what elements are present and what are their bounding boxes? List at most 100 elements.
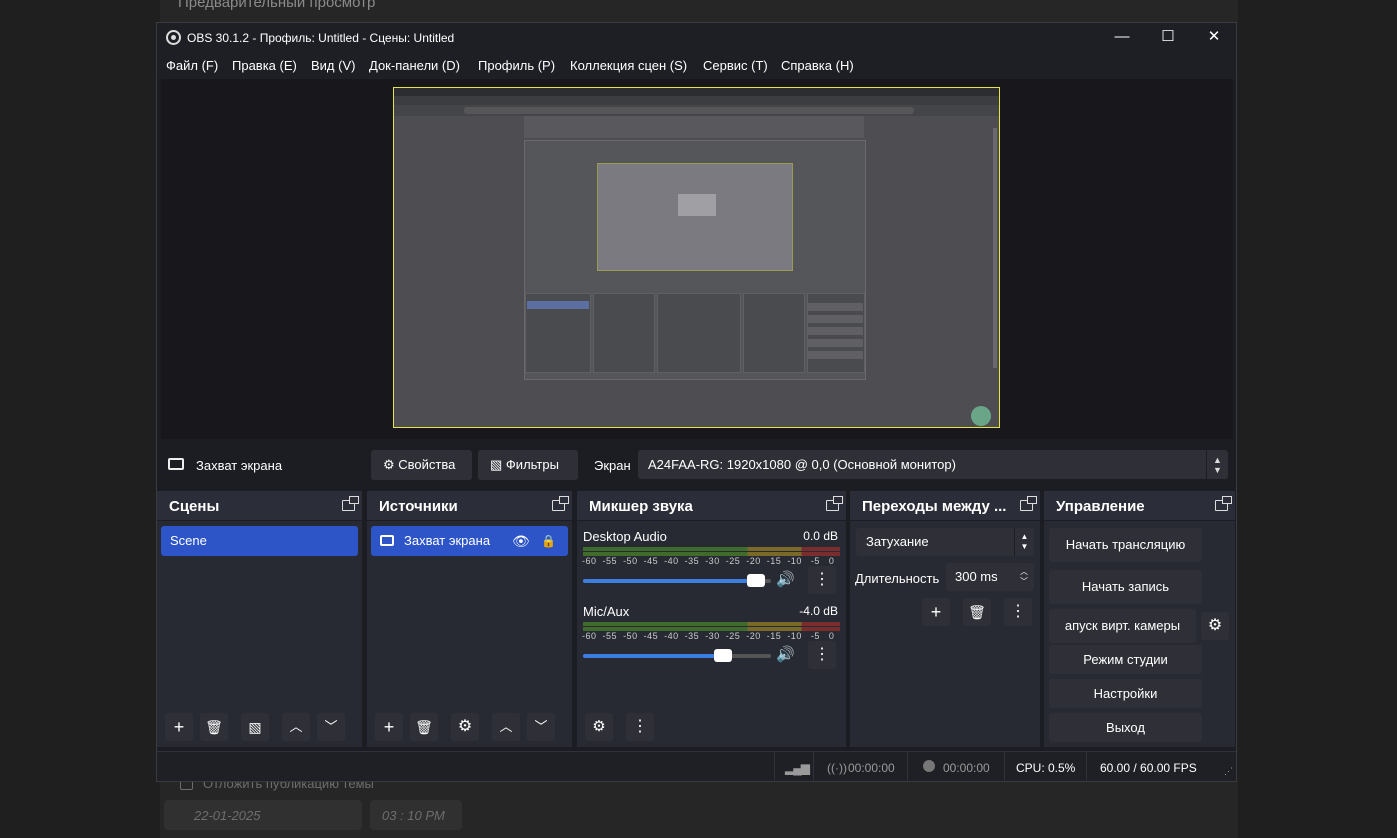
start-virtual-camera-button[interactable]: апуск вирт. камеры	[1049, 609, 1196, 643]
volume-slider-handle[interactable]	[747, 574, 765, 587]
filter-icon: ▧	[248, 719, 262, 735]
eye-icon[interactable]: 👁	[512, 526, 530, 556]
transition-menu-button[interactable]: ⋮	[1004, 598, 1032, 626]
source-toolbar: Захват экрана ⚙ Свойства ▧ Фильтры Экран…	[161, 443, 1233, 487]
channel-menu-button[interactable]: ⋮	[808, 566, 836, 594]
mixer-title: Микшер звука	[589, 498, 693, 515]
window-title: OBS 30.1.2 - Профиль: Untitled - Сцены: …	[187, 31, 455, 45]
studio-mode-button[interactable]: Режим студии	[1049, 645, 1202, 674]
virtual-camera-settings-button[interactable]: ⚙	[1201, 612, 1229, 640]
volume-slider[interactable]	[583, 649, 771, 662]
gears-icon: ⚙	[592, 718, 606, 735]
start-record-button[interactable]: Начать запись	[1049, 570, 1202, 604]
channel-name: Desktop Audio	[583, 529, 667, 544]
volume-slider[interactable]	[583, 574, 771, 587]
sources-dock: Источники Захват экрана 👁 🔒 + 🗑 ⚙ ︿ ﹀	[367, 491, 572, 747]
transition-select[interactable]: Затухание ▲ ▼	[856, 528, 1034, 556]
audio-meter	[583, 547, 840, 551]
trash-icon: 🗑	[968, 604, 986, 620]
scenes-dock: Сцены Scene + 🗑 ▧ ︿ ﹀	[157, 491, 362, 747]
filters-button[interactable]: ▧ Фильтры	[478, 450, 578, 480]
menu-edit[interactable]: Правка (E)	[232, 58, 297, 73]
remove-source-button[interactable]: 🗑	[410, 713, 438, 741]
source-item[interactable]: Захват экрана 👁 🔒	[371, 526, 568, 556]
transitions-title: Переходы между ...	[862, 498, 1007, 515]
settings-button[interactable]: Настройки	[1049, 679, 1202, 708]
menu-bar: Файл (F) Правка (E) Вид (V) Док-панели (…	[157, 53, 1236, 79]
monitor-icon	[380, 535, 394, 546]
filter-icon: ▧	[490, 457, 503, 472]
undock-icon[interactable]	[826, 496, 843, 511]
selected-source-name: Захват экрана	[196, 458, 283, 473]
undock-icon[interactable]	[1215, 496, 1232, 511]
cpu-usage: CPU: 0.5%	[1016, 761, 1076, 775]
scene-item[interactable]: Scene	[161, 526, 358, 556]
transitions-dock: Переходы между ... Затухание ▲ ▼ Длительно…	[850, 491, 1040, 747]
remove-transition-button[interactable]: 🗑	[963, 598, 991, 626]
monitor-icon	[168, 458, 184, 470]
advanced-audio-button[interactable]: ⚙	[585, 713, 613, 741]
speaker-icon[interactable]: 🔊	[776, 570, 795, 588]
undock-icon[interactable]	[342, 496, 359, 511]
duration-input[interactable]: 300 ms ︿ ﹀	[946, 563, 1034, 591]
fps-readout: 60.00 / 60.00 FPS	[1100, 761, 1197, 775]
close-button[interactable]: ✕	[1191, 23, 1237, 53]
channel-db: 0.0 dB	[803, 529, 838, 543]
menu-help[interactable]: Справка (H)	[781, 58, 854, 73]
preview-area[interactable]	[161, 79, 1233, 439]
move-scene-up-button[interactable]: ︿	[282, 713, 310, 741]
scene-filters-button[interactable]: ▧	[241, 713, 269, 741]
minimize-button[interactable]: —	[1099, 23, 1145, 53]
meter-scale: -60 -55 -50 -45 -40 -35 -30 -25 -20 -15 …	[582, 556, 835, 566]
trash-icon: 🗑	[205, 719, 223, 735]
maximize-button[interactable]: ☐	[1145, 23, 1191, 53]
scenes-title: Сцены	[169, 498, 220, 515]
add-transition-button[interactable]: +	[922, 598, 950, 626]
updown-arrows-icon: ▲ ▼	[1206, 450, 1228, 479]
move-source-down-button[interactable]: ﹀	[527, 713, 555, 741]
background-page-header: Предварительный просмотр	[160, 0, 1238, 22]
display-select[interactable]: A24FAA-RG: 1920x1080 @ 0,0 (Основной мон…	[638, 450, 1228, 479]
status-bar: ▂▄▆ ((·)) 00:00:00 00:00:00 CPU: 0.5% 60…	[157, 751, 1236, 782]
remove-scene-button[interactable]: 🗑	[200, 713, 228, 741]
record-time: 00:00:00	[943, 761, 990, 775]
resize-grip-icon[interactable]: ⋰	[1224, 766, 1233, 777]
menu-tools[interactable]: Сервис (T)	[703, 58, 768, 73]
move-scene-down-button[interactable]: ﹀	[317, 713, 345, 741]
menu-docks[interactable]: Док-панели (D)	[369, 58, 460, 73]
record-status-icon	[923, 760, 935, 772]
volume-slider-handle[interactable]	[714, 649, 732, 662]
channel-name: Mic/Aux	[583, 604, 630, 619]
exit-button[interactable]: Выход	[1049, 713, 1202, 742]
add-scene-button[interactable]: +	[165, 713, 193, 741]
menu-view[interactable]: Вид (V)	[311, 58, 355, 73]
chevron-down-icon: ﹀	[324, 719, 338, 734]
speaker-icon[interactable]: 🔊	[776, 645, 795, 663]
mixer-menu-button[interactable]: ⋮	[626, 713, 654, 741]
spin-arrows-icon[interactable]: ︿ ﹀	[1014, 563, 1034, 591]
menu-file[interactable]: Файл (F)	[166, 58, 218, 73]
channel-db: -4.0 dB	[799, 604, 838, 618]
lock-icon[interactable]: 🔒	[541, 526, 556, 556]
start-stream-button[interactable]: Начать трансляцию	[1049, 528, 1202, 562]
source-properties-button[interactable]: ⚙	[451, 713, 479, 741]
obs-logo-icon	[166, 30, 181, 45]
duration-label: Длительность	[855, 571, 940, 586]
undock-icon[interactable]	[1020, 496, 1037, 511]
background-page-footer: Отложить публикацию темы 22-01-2025 03 :…	[160, 776, 1238, 838]
audio-mixer-dock: Микшер звука Desktop Audio 0.0 dB -60 -5…	[577, 491, 846, 747]
controls-title: Управление	[1056, 498, 1145, 515]
date-input[interactable]: 22-01-2025	[164, 800, 362, 830]
menu-profile[interactable]: Профиль (P)	[478, 58, 555, 73]
channel-menu-button[interactable]: ⋮	[808, 641, 836, 669]
chevron-up-icon: ︿	[499, 719, 513, 734]
add-source-button[interactable]: +	[375, 713, 403, 741]
gear-icon: ⚙	[383, 457, 395, 472]
undock-icon[interactable]	[552, 496, 569, 511]
obs-window: OBS 30.1.2 - Профиль: Untitled - Сцены: …	[156, 22, 1237, 782]
properties-button[interactable]: ⚙ Свойства	[371, 450, 472, 480]
preview-screen-capture[interactable]	[393, 87, 1000, 428]
move-source-up-button[interactable]: ︿	[492, 713, 520, 741]
menu-scene-collection[interactable]: Коллекция сцен (S)	[570, 58, 687, 73]
time-input[interactable]: 03 : 10 PM	[370, 800, 462, 830]
